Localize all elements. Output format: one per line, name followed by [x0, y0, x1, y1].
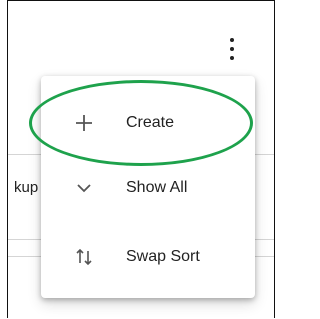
- menu-item-show-all[interactable]: Show All: [41, 158, 255, 218]
- menu-item-swap-sort[interactable]: Swap Sort: [41, 227, 255, 287]
- menu-item-swap-sort-label: Swap Sort: [126, 248, 200, 265]
- more-options-icon[interactable]: [227, 38, 237, 60]
- menu-item-show-all-label: Show All: [126, 179, 188, 196]
- top-border: [8, 0, 274, 5]
- chevron-down-icon: [69, 173, 99, 203]
- highlight-ellipse: [29, 80, 253, 166]
- swap-sort-icon: [69, 242, 99, 272]
- background-row-label: kup: [14, 179, 39, 196]
